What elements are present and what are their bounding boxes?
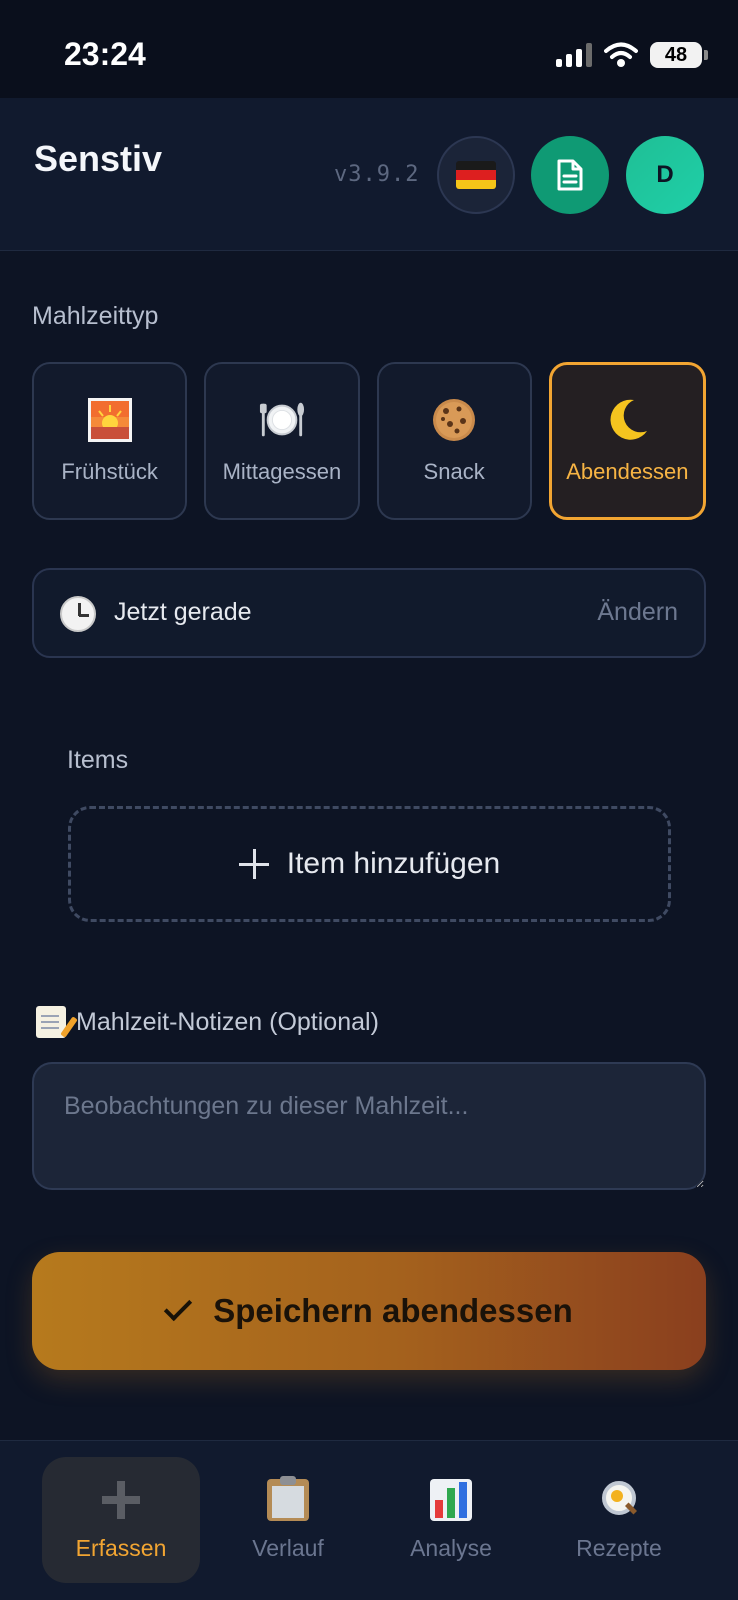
wifi-icon [604,42,638,67]
sunrise-icon [87,397,133,443]
nav-label: Analyse [410,1534,492,1561]
plate-cutlery-icon [259,397,305,443]
app-header: Senstiv v3.9.2 D [0,98,738,251]
battery-icon: 48 [650,42,708,68]
meal-option-label: Mittagessen [222,459,342,484]
avatar[interactable]: D [626,136,704,214]
app-title: Senstiv [34,138,163,179]
meal-option-abendessen[interactable]: Abendessen [548,362,706,520]
moon-icon [604,397,650,443]
meal-option-fruehstueck[interactable]: Frühstück [32,362,188,520]
meal-option-mittagessen[interactable]: Mittagessen [204,362,360,520]
save-button-label: Speichern abendessen [213,1292,573,1329]
save-button[interactable]: Speichern abendessen [32,1252,706,1370]
nav-label: Erfassen [75,1534,167,1561]
notes-label: Mahlzeit-Notizen (Optional) [76,1007,379,1036]
notes-label-row: Mahlzeit-Notizen (Optional) [36,1006,379,1038]
meal-option-label: Snack [423,459,485,484]
meal-time-row[interactable]: Jetzt gerade Ändern [32,568,706,658]
status-icons: 48 [556,42,708,68]
meal-option-label: Frühstück [61,459,158,484]
nav-label: Rezepte [576,1534,662,1561]
meal-option-label: Abendessen [566,459,689,484]
items-label: Items [67,746,129,774]
signal-icon [556,43,592,67]
plus-icon [100,1479,142,1521]
meal-type-label: Mahlzeittyp [32,302,159,330]
clipboard-icon [267,1475,309,1521]
clock-icon [60,596,96,632]
meal-time-value: Jetzt gerade [114,598,252,626]
version-label: v3.9.2 [334,162,420,187]
add-item-label: Item hinzufügen [286,847,501,880]
meal-type-selector: Frühstück Mittagessen Snack Abendessen [32,362,706,520]
nav-item-verlauf[interactable]: Verlauf [209,1457,367,1583]
language-button[interactable] [437,136,515,214]
nav-item-analyse[interactable]: Analyse [372,1457,530,1583]
bar-chart-icon [430,1478,472,1521]
notes-input[interactable] [32,1062,706,1190]
plus-icon [238,849,269,879]
german-flag-icon [456,161,496,189]
change-time-button[interactable]: Ändern [597,598,678,627]
memo-icon [36,1006,66,1038]
nav-label: Verlauf [252,1534,324,1561]
nav-item-erfassen[interactable]: Erfassen [42,1457,200,1583]
status-time: 23:24 [64,36,146,72]
document-icon [557,159,583,191]
bottom-navigation: Erfassen Verlauf Analyse Rezepte [0,1440,738,1600]
document-button[interactable] [531,136,609,214]
nav-item-rezepte[interactable]: Rezepte [540,1457,698,1583]
add-item-button[interactable]: Item hinzufügen [68,806,671,922]
check-icon [164,1292,193,1322]
status-bar: 23:24 48 [0,0,738,98]
magnifier-egg-icon [598,1479,640,1521]
cookie-icon [431,397,477,443]
meal-option-snack[interactable]: Snack [376,362,532,520]
